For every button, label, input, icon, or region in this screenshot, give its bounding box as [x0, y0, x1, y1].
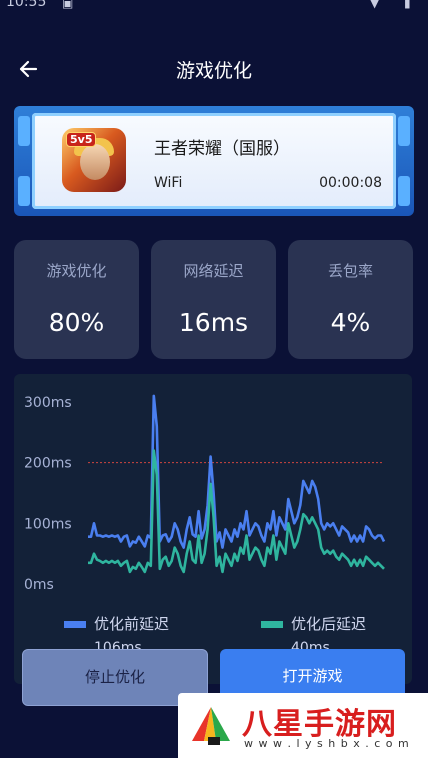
network-type: WiFi [154, 175, 183, 191]
stat-card-optimization: 游戏优化 80% [14, 240, 139, 359]
card-corner-decoration [398, 116, 410, 146]
stat-label: 丢包率 [327, 262, 373, 280]
legend-swatch-before [64, 621, 86, 628]
game-card: 5v5 王者荣耀（国服） WiFi 00:00:08 [14, 106, 414, 216]
notification-icon: ▣ [62, 0, 74, 10]
status-time: 10:55 [6, 0, 47, 10]
battery-icon: ▮ [404, 0, 411, 10]
stat-card-packet-loss: 丢包率 4% [288, 240, 413, 359]
top-bar: 游戏优化 [0, 44, 428, 92]
card-corner-decoration [18, 176, 30, 206]
watermark-url: w w w . l y s h b x . c o m [244, 737, 410, 750]
legend-label-before: 优化前延迟 [94, 615, 170, 633]
y-tick-label: 0ms [24, 577, 54, 593]
watermark-logo-icon [192, 707, 230, 745]
card-corner-decoration [398, 176, 410, 206]
wifi-icon: ▼ [370, 0, 380, 10]
page-title: 游戏优化 [175, 60, 252, 82]
stat-value: 4% [330, 308, 371, 337]
latency-chart-panel: 300ms 200ms 100ms 0ms [14, 374, 412, 684]
card-corner-decoration [18, 116, 30, 146]
series-line-after [88, 449, 385, 574]
legend-label-after: 优化后延迟 [291, 615, 367, 633]
series-line-before [88, 394, 386, 549]
game-icon-face [80, 144, 110, 180]
y-tick-label: 100ms [24, 516, 72, 532]
watermark-banner: 八星手游网 w w w . l y s h b x . c o m [178, 693, 428, 758]
legend-swatch-after [261, 621, 283, 628]
stat-value: 16ms [178, 308, 249, 337]
game-app-icon: 5v5 [62, 128, 126, 192]
latency-chart: 300ms 200ms 100ms 0ms [24, 394, 386, 593]
game-icon-badge: 5v5 [66, 132, 97, 147]
y-tick-label: 200ms [24, 456, 72, 472]
game-name: 王者荣耀（国服） [154, 139, 290, 159]
status-bar: 10:55 ▣ ▼ ▮ [0, 0, 428, 22]
stat-label: 游戏优化 [46, 262, 107, 280]
optimization-duration: 00:00:08 [319, 175, 382, 191]
stat-value: 80% [48, 308, 105, 337]
stat-label: 网络延迟 [183, 262, 244, 280]
y-tick-label: 300ms [24, 395, 72, 411]
stat-card-latency: 网络延迟 16ms [151, 240, 276, 359]
